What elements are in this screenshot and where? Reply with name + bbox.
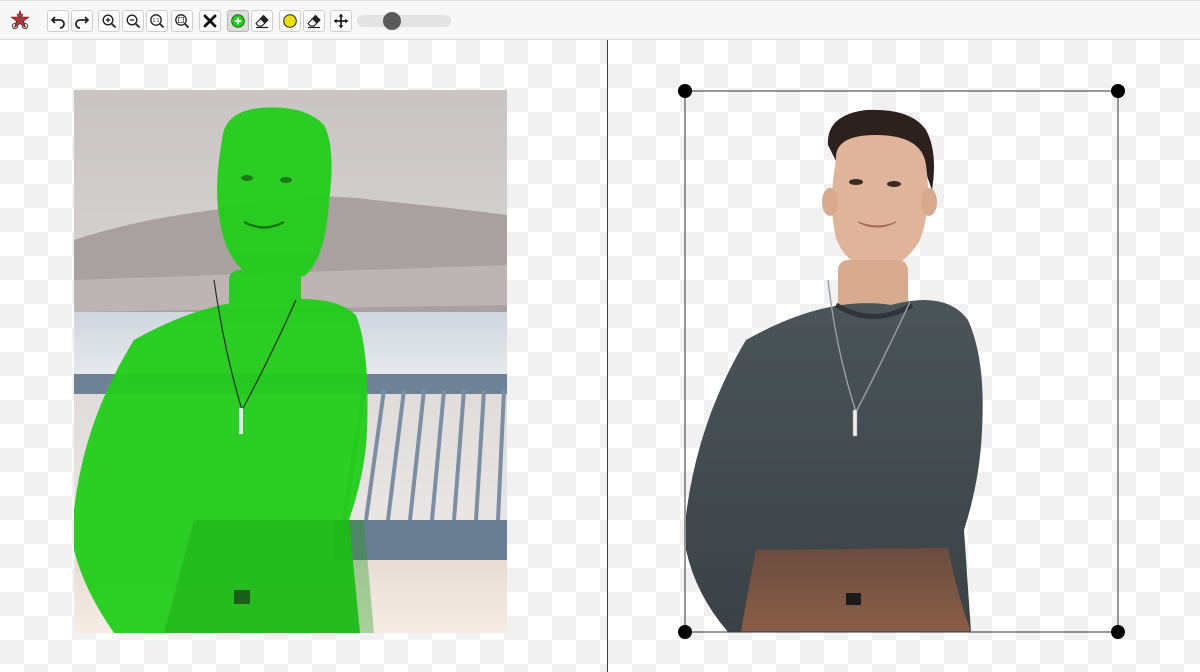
app-logo-icon [9, 9, 31, 31]
add-foreground-button[interactable] [227, 10, 249, 32]
green-plus-icon [231, 14, 245, 28]
move-arrows-icon [333, 13, 349, 29]
redo-button[interactable] [71, 10, 93, 32]
zoom-out-icon [126, 14, 141, 29]
zoom-in-icon [102, 14, 117, 29]
x-icon [203, 14, 217, 28]
erase-mark-button[interactable] [303, 10, 325, 32]
source-canvas[interactable] [0, 40, 607, 672]
zoom-1-1-label: 1:1 [153, 18, 160, 24]
eraser-icon [307, 14, 321, 29]
result-canvas[interactable] [608, 40, 1200, 672]
workspace [0, 40, 1200, 672]
crop-handle-top-left[interactable] [678, 84, 692, 98]
clear-button[interactable] [199, 10, 221, 32]
eraser-icon [255, 14, 269, 29]
crop-box[interactable] [608, 40, 1200, 672]
erase-foreground-button[interactable] [251, 10, 273, 32]
zoom-fit-icon [175, 14, 190, 29]
crop-handle-top-right[interactable] [1111, 84, 1125, 98]
brush-size-slider-thumb[interactable] [382, 12, 401, 30]
source-photo [74, 90, 507, 633]
zoom-fit-button[interactable] [171, 10, 193, 32]
zoom-out-button[interactable] [122, 10, 144, 32]
undo-icon [51, 16, 65, 29]
toolbar: 1:1 [0, 0, 1200, 40]
move-button[interactable] [330, 10, 352, 32]
crop-handle-bottom-right[interactable] [1111, 625, 1125, 639]
brush-size-slider[interactable] [357, 12, 451, 30]
crop-handle-bottom-left[interactable] [678, 625, 692, 639]
undo-button[interactable] [47, 10, 69, 32]
yellow-dot-icon [283, 14, 297, 28]
zoom-1-1-icon: 1:1 [150, 14, 165, 29]
zoom-in-button[interactable] [98, 10, 120, 32]
redo-icon [75, 16, 89, 29]
zoom-actual-size-button[interactable]: 1:1 [146, 10, 168, 32]
mark-yellow-button[interactable] [279, 10, 301, 32]
